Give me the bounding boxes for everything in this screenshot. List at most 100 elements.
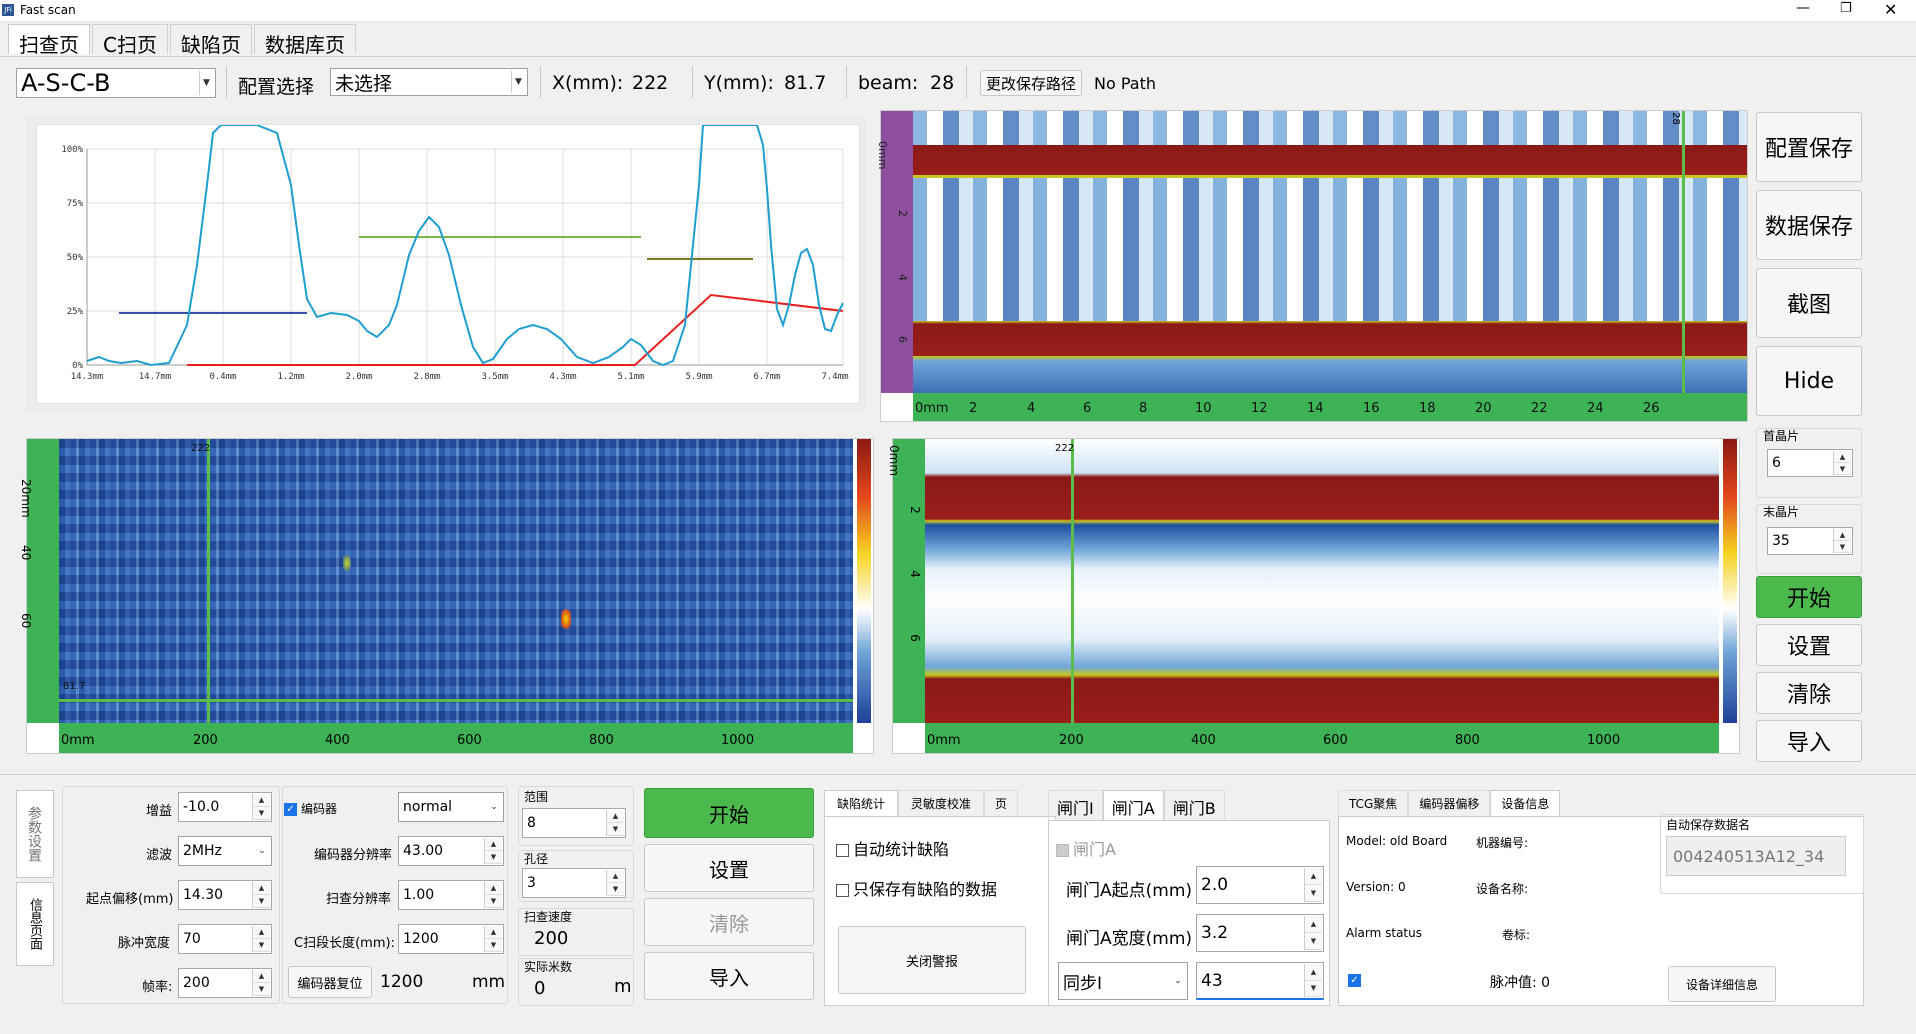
gate-start-spinner[interactable]: 2.0 ▲ ▼: [1196, 866, 1324, 904]
pulse-value-text: 脉冲值: 0: [1490, 975, 1551, 991]
tab-gate-a[interactable]: 闸门A: [1102, 790, 1164, 820]
ascan-xtick: 2.8mm: [413, 372, 440, 382]
ascan-plot[interactable]: 100% 75% 50% 25% 0% 14.3mm 14.7mm 0.4mm …: [36, 124, 860, 404]
cscan-cursor-v[interactable]: [207, 439, 210, 723]
segment-length-spinner[interactable]: 1200 ▲ ▼: [398, 924, 504, 954]
range-label: 范围: [524, 790, 549, 804]
ascan-xtick: 14.7mm: [139, 372, 172, 382]
gain-spinner[interactable]: -10.0 ▲ ▼: [178, 792, 272, 822]
first-element-label: 首晶片: [1763, 429, 1800, 443]
tab-sensitivity[interactable]: 灵敏度校准: [898, 790, 985, 816]
side-tab-info[interactable]: 信息页面: [16, 882, 54, 966]
tab-gate-i[interactable]: 闸门I: [1048, 790, 1103, 820]
tab-gate-b[interactable]: 闸门B: [1163, 790, 1225, 820]
auto-stat-checkbox[interactable]: 自动统计缺陷: [836, 836, 949, 860]
clear-button[interactable]: 清除: [644, 898, 814, 946]
tab-encoder-offset[interactable]: 编码器偏移: [1408, 790, 1491, 816]
save-data-button[interactable]: 数据保存: [1756, 190, 1862, 260]
offset-label: 起点偏移(mm): [86, 892, 174, 907]
cscan-cursor-h[interactable]: [59, 699, 853, 702]
filter-label: 滤波: [146, 848, 173, 863]
aperture-spinner[interactable]: 3 ▲ ▼: [522, 868, 626, 898]
settings-button-right[interactable]: 设置: [1756, 624, 1862, 666]
encoder-res-spinner[interactable]: 43.00 ▲ ▼: [398, 836, 504, 866]
hide-button[interactable]: Hide: [1756, 346, 1862, 416]
sync-value-spinner[interactable]: 43 ▲ ▼: [1196, 962, 1324, 1000]
tab-scan[interactable]: 扫查页: [8, 24, 90, 57]
screenshot-button[interactable]: 截图: [1756, 268, 1862, 338]
sscan-cursor-label: 28: [1669, 112, 1681, 125]
cscan-cursor-x-label: 222: [191, 443, 211, 454]
cscan-panel[interactable]: 20mm 40 60 222 81.7 0mm 200 400 600 800 …: [19, 438, 874, 754]
alarm-checkbox[interactable]: ✓: [1348, 974, 1361, 987]
bscan-colorbar: [1723, 439, 1737, 723]
tab-device-info[interactable]: 设备信息: [1490, 790, 1561, 816]
ascan-ytick: 25%: [67, 307, 84, 317]
bscan-panel[interactable]: 0mm 2 4 6 222 0mm 200 400 600 800 1000: [887, 438, 1740, 754]
encoder-checkbox[interactable]: ✓ 编码器: [284, 800, 337, 817]
side-tab-params[interactable]: 参数设置: [16, 790, 54, 878]
x-label: X(mm):: [552, 72, 624, 94]
tab-defect-stat[interactable]: 缺陷统计: [824, 790, 899, 816]
save-config-button[interactable]: 配置保存: [1756, 112, 1862, 182]
ascan-ytick: 100%: [61, 145, 83, 155]
minimize-icon[interactable]: —: [1796, 0, 1810, 16]
device-detail-button[interactable]: 设备详细信息: [1668, 966, 1776, 1002]
close-icon[interactable]: ✕: [1884, 0, 1897, 19]
first-element-spinner[interactable]: 6 ▲ ▼: [1767, 449, 1853, 477]
tab-database[interactable]: 数据库页: [253, 24, 356, 57]
ascan-xtick: 5.9mm: [685, 372, 712, 382]
pulse-width-spinner[interactable]: 70 ▲ ▼: [178, 924, 272, 954]
auto-save-input[interactable]: 004240513A12_34: [1666, 836, 1846, 876]
beam-label: beam:: [858, 72, 919, 94]
bscan-image[interactable]: [925, 439, 1719, 723]
sscan-panel[interactable]: 0mm 2 4 6 28 0mm 2 4 6 8 10 12 14 16 18 …: [876, 110, 1748, 422]
scan-res-label: 扫查分辨率: [326, 892, 392, 907]
clear-button-right[interactable]: 清除: [1756, 672, 1862, 714]
encoder-reset-button[interactable]: 编码器复位: [288, 966, 372, 998]
device-name-label: 设备名称:: [1476, 882, 1529, 896]
ascan-xtick: 2.0mm: [345, 372, 372, 382]
scan-res-spinner[interactable]: 1.00 ▲ ▼: [398, 880, 504, 910]
encoder-mode-select[interactable]: normal ⌄: [398, 792, 504, 822]
start-button-right[interactable]: 开始: [1756, 576, 1862, 618]
gate-width-spinner[interactable]: 3.2 ▲ ▼: [1196, 914, 1324, 952]
cscan-x-axis: 0mm 200 400 600 800 1000: [59, 723, 853, 753]
chevron-down-icon: ⌄: [1174, 976, 1182, 986]
filter-select[interactable]: 2MHz ⌄: [178, 836, 272, 866]
ascan-xtick: 6.7mm: [753, 372, 780, 382]
tab-cscan[interactable]: C扫页: [92, 24, 168, 57]
auto-save-label: 自动保存数据名: [1666, 818, 1751, 832]
gate-a-checkbox[interactable]: 闸门A: [1056, 836, 1116, 860]
meter-unit: m: [614, 976, 632, 997]
offset-spinner[interactable]: 14.30 ▲ ▼: [178, 880, 272, 910]
app-icon: JFi: [2, 4, 14, 16]
tab-tcg[interactable]: TCG聚焦: [1338, 790, 1409, 816]
ascan-ytick: 0%: [72, 361, 83, 371]
sync-select[interactable]: 同步I ⌄: [1058, 962, 1188, 1000]
start-button[interactable]: 开始: [644, 788, 814, 838]
sscan-cursor[interactable]: [1682, 111, 1685, 393]
ascan-xtick: 14.3mm: [71, 372, 104, 382]
range-spinner[interactable]: 8 ▲ ▼: [522, 808, 626, 838]
meter-value: 0: [534, 978, 546, 999]
cscan-y-axis: 20mm 40 60: [19, 439, 59, 723]
machine-no-label: 机器编号:: [1476, 836, 1529, 850]
config-select[interactable]: 未选择 ▼: [330, 68, 528, 96]
ascan-xtick: 4.3mm: [549, 372, 576, 382]
settings-button[interactable]: 设置: [644, 844, 814, 892]
tab-defect[interactable]: 缺陷页: [169, 24, 252, 57]
frame-rate-spinner[interactable]: 200 ▲ ▼: [178, 968, 272, 998]
only-defect-checkbox[interactable]: 只保存有缺陷的数据: [836, 876, 997, 900]
config-label: 配置选择: [238, 76, 315, 98]
mode-select[interactable]: A-S-C-B ▼: [16, 68, 216, 98]
last-element-spinner[interactable]: 35 ▲ ▼: [1767, 527, 1853, 555]
import-button[interactable]: 导入: [644, 952, 814, 1000]
maximize-icon[interactable]: ❐: [1840, 1, 1852, 16]
change-path-button[interactable]: 更改保存路径: [980, 70, 1082, 96]
tab-page[interactable]: 页: [984, 790, 1019, 816]
bscan-cursor[interactable]: [1071, 439, 1074, 723]
close-alarm-button[interactable]: 关闭警报: [838, 926, 1026, 994]
import-button-right[interactable]: 导入: [1756, 720, 1862, 762]
y-label: Y(mm):: [704, 72, 774, 94]
